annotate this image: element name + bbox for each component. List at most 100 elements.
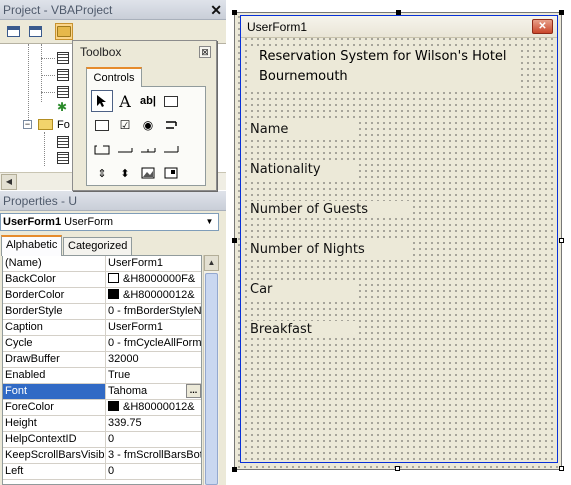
tab-alphabetic[interactable]: Alphabetic <box>1 235 63 256</box>
property-name[interactable]: ForeColor <box>3 400 106 415</box>
property-name[interactable]: Enabled <box>3 368 106 383</box>
breakfast-label[interactable]: Breakfast <box>250 321 355 338</box>
forms-folder-label[interactable]: Fo <box>57 119 70 131</box>
toolbox-title-bar[interactable]: Toolbox ⊠ <box>73 41 216 63</box>
view-code-button[interactable] <box>4 23 22 40</box>
property-value[interactable]: &H80000012& <box>106 288 201 303</box>
scrollbar-thumb[interactable] <box>205 273 218 485</box>
refedit-tool-icon[interactable] <box>160 162 182 184</box>
property-value[interactable]: &H8000000F& <box>106 272 201 287</box>
resize-handle[interactable] <box>559 238 564 243</box>
property-row[interactable]: Height 339.75 <box>3 416 201 432</box>
number-of-nights-label[interactable]: Number of Nights <box>250 241 410 258</box>
userform-close-icon[interactable]: ✕ <box>532 19 553 34</box>
scroll-up-icon[interactable]: ▲ <box>204 255 219 271</box>
image-tool-icon[interactable] <box>137 162 159 184</box>
checkbox-tool-icon[interactable]: ☑ <box>114 114 136 136</box>
property-row[interactable]: Left 0 <box>3 464 201 480</box>
property-value[interactable]: 0 - fmBorderStyleNone <box>106 304 201 319</box>
form-module-icon[interactable] <box>57 152 69 164</box>
forms-folder-icon[interactable] <box>38 119 53 130</box>
property-value[interactable]: 0 <box>106 432 201 447</box>
label-tool-icon[interactable]: A <box>114 90 136 112</box>
properties-title-bar[interactable]: Properties - U <box>0 191 226 211</box>
property-value[interactable]: UserForm1 <box>106 256 201 271</box>
textbox-tool-icon[interactable]: ab| <box>137 90 159 112</box>
object-dropdown[interactable]: UserForm1 UserForm ▼ <box>0 213 219 231</box>
heading-label[interactable]: Reservation System for Wilson's Hotel Bo… <box>249 47 521 91</box>
property-value[interactable]: 339.75 <box>106 416 201 431</box>
resize-handle[interactable] <box>232 238 237 243</box>
collapse-forms-icon[interactable]: − <box>23 120 32 129</box>
property-value[interactable]: 3 - fmScrollBarsBoth <box>106 448 201 463</box>
frame-tool-icon[interactable] <box>91 138 113 160</box>
worksheet-icon[interactable] <box>57 69 69 81</box>
property-name[interactable]: BackColor <box>3 272 106 287</box>
property-row[interactable]: BorderStyle0 - fmBorderStyleNone <box>3 304 201 320</box>
property-row[interactable]: BackColor &H8000000F& <box>3 272 201 288</box>
property-row[interactable]: Cycle 0 - fmCycleAllForms <box>3 336 201 352</box>
listbox-tool-icon[interactable] <box>91 114 113 136</box>
view-object-button[interactable] <box>26 23 44 40</box>
property-row[interactable]: HelpContextID 0 <box>3 432 201 448</box>
commandbutton-tool-icon[interactable] <box>114 138 136 160</box>
property-name[interactable]: BorderColor <box>3 288 106 303</box>
name-label[interactable]: Name <box>250 121 355 138</box>
properties-vertical-scrollbar[interactable]: ▲ <box>203 255 219 485</box>
property-name[interactable]: BorderStyle <box>3 304 106 319</box>
property-name[interactable]: (Name) <box>3 256 106 271</box>
userform-window[interactable]: UserForm1 ✕ Reservation System for Wilso… <box>240 15 558 463</box>
number-of-guests-label[interactable]: Number of Guests <box>250 201 410 218</box>
property-row[interactable]: KeepScrollBarsVisible 3 - fmScrollBarsBot… <box>3 448 201 464</box>
property-row[interactable]: DrawBuffer 32000 <box>3 352 201 368</box>
tab-categorized[interactable]: Categorized <box>63 237 133 255</box>
spinbutton-tool-icon[interactable]: ⬍ <box>114 162 136 184</box>
property-name[interactable]: Left <box>3 464 106 479</box>
thisworkbook-icon[interactable]: ✱ <box>57 100 67 114</box>
form-module-icon[interactable] <box>57 136 69 148</box>
property-value[interactable]: True <box>106 368 201 383</box>
multipage-tool-icon[interactable] <box>160 138 182 160</box>
userform-title-bar[interactable]: UserForm1 ✕ <box>241 16 557 38</box>
nationality-label[interactable]: Nationality <box>250 161 355 178</box>
property-name[interactable]: HelpContextID <box>3 432 106 447</box>
worksheet-icon[interactable] <box>57 86 69 98</box>
property-row[interactable]: Enabled True <box>3 368 201 384</box>
select-objects-icon[interactable] <box>91 90 113 112</box>
resize-handle[interactable] <box>559 466 564 471</box>
togglebutton-tool-icon[interactable] <box>160 114 182 136</box>
resize-handle[interactable] <box>559 10 564 15</box>
property-value[interactable]: 32000 <box>106 352 201 367</box>
combobox-tool-icon[interactable] <box>160 90 182 112</box>
property-value[interactable]: 0 <box>106 464 201 479</box>
car-label[interactable]: Car <box>250 281 355 298</box>
resize-handle[interactable] <box>395 466 400 471</box>
resize-handle[interactable] <box>232 467 237 472</box>
optionbutton-tool-icon[interactable]: ◉ <box>137 114 159 136</box>
property-name[interactable]: KeepScrollBarsVisible <box>3 448 106 463</box>
property-row[interactable]: (Name) UserForm1 <box>3 256 201 272</box>
worksheet-icon[interactable] <box>57 52 69 64</box>
property-value[interactable]: Tahoma... <box>106 384 201 399</box>
property-value[interactable]: 0 - fmCycleAllForms <box>106 336 201 351</box>
property-row[interactable]: BorderColor &H80000012& <box>3 288 201 304</box>
property-value[interactable]: UserForm1 <box>106 320 201 335</box>
chevron-down-icon[interactable]: ▼ <box>202 215 217 229</box>
font-picker-button[interactable]: ... <box>186 384 201 398</box>
toolbox-close-icon[interactable]: ⊠ <box>199 46 211 58</box>
property-name[interactable]: Caption <box>3 320 106 335</box>
property-row[interactable]: ForeColor &H80000012& <box>3 400 201 416</box>
project-explorer-close-icon[interactable]: ✕ <box>210 0 222 20</box>
property-name[interactable]: Font <box>3 384 106 399</box>
resize-handle[interactable] <box>232 10 237 15</box>
scrollbar-tool-icon[interactable]: ⇕ <box>91 162 113 184</box>
property-name[interactable]: DrawBuffer <box>3 352 106 367</box>
property-row[interactable]: Font Tahoma... <box>3 384 201 400</box>
property-name[interactable]: Height <box>3 416 106 431</box>
property-value[interactable]: &H80000012& <box>106 400 201 415</box>
property-row[interactable]: Caption UserForm1 <box>3 320 201 336</box>
property-name[interactable]: Cycle <box>3 336 106 351</box>
tabstrip-tool-icon[interactable] <box>137 138 159 160</box>
scroll-left-icon[interactable]: ◀ <box>1 174 17 190</box>
tab-controls[interactable]: Controls <box>86 67 142 87</box>
